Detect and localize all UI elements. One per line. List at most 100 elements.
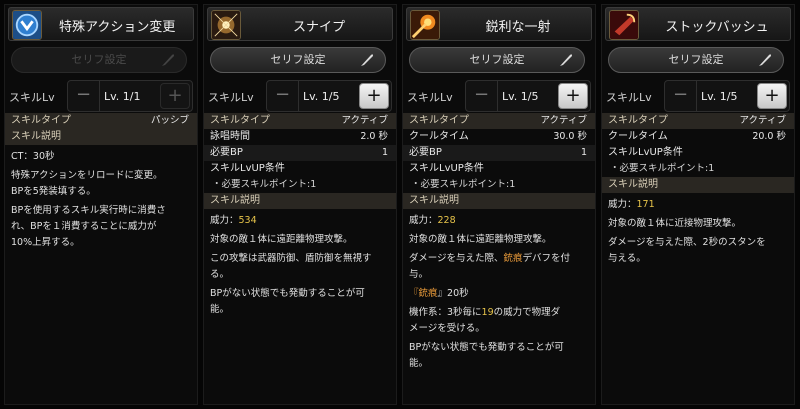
row-key: スキル説明 (210, 195, 260, 206)
row-key: クールタイム (608, 131, 668, 142)
row-key: 必要BP (409, 147, 442, 158)
skill-details: スキルタイプ アクティブ クールタイム 20.0 秒 スキルLvUP条件 ・必要スキ… (602, 113, 794, 270)
row-value: アクティブ (540, 115, 587, 126)
desc-line: BPを5発装填する。 (11, 186, 96, 197)
desc-line: 対象の敵１体に近接物理攻撃。 (608, 218, 742, 229)
skill-title: 特殊アクション変更 (59, 20, 176, 35)
skill-header: 特殊アクション変更 (8, 7, 194, 41)
quill-icon (361, 54, 373, 66)
desc-line: 『銃痕』20秒 (409, 286, 589, 302)
skill-level-label: スキルLv (208, 91, 254, 104)
desc-line: メージを受ける。 (409, 323, 485, 334)
row-key: スキルタイプ (210, 115, 270, 126)
skill-card-special-action: 特殊アクション変更 セリフ設定 スキルLv − Lv. 1/1 + スキルタイプ… (4, 4, 198, 405)
lvup-condition-row: スキルLvUP条件 (403, 161, 595, 177)
lvup-condition-row: スキルLvUP条件 (204, 161, 396, 177)
level-increase-button[interactable]: + (359, 83, 389, 109)
desc-text: の威力で物理ダ (493, 307, 561, 318)
skill-title: 鋭利な一射 (485, 20, 551, 35)
snipe-skill-icon (211, 10, 241, 40)
debuff-name: 銃痕 (418, 288, 438, 299)
level-increase-button[interactable]: + (160, 83, 190, 109)
required-skill-point-row: ・必要スキルポイント:1 (403, 177, 595, 193)
level-decrease-button[interactable]: − (68, 81, 100, 111)
serif-settings-button[interactable]: セリフ設定 (409, 47, 585, 73)
row-key: スキルLvUP条件 (409, 163, 484, 174)
skill-level-control: スキルLv − Lv. 1/5 + (403, 80, 595, 112)
skill-type-row: スキルタイプ アクティブ (403, 113, 595, 129)
serif-settings-button[interactable]: セリフ設定 (11, 47, 187, 73)
row-key: スキルLvUP条件 (608, 147, 683, 158)
skill-description-header: スキル説明 (602, 177, 794, 193)
row-value: 1 (381, 147, 388, 158)
row-key: スキル説明 (11, 131, 61, 142)
cooldown-row: クールタイム 30.0 秒 (403, 129, 595, 145)
level-stepper: − Lv. 1/5 + (465, 80, 591, 112)
skill-description-header: スキル説明 (403, 193, 595, 209)
desc-line: 与える。 (608, 253, 646, 264)
desc-line: 与。 (409, 269, 429, 280)
power-label: 威力： (210, 215, 239, 226)
level-decrease-button[interactable]: − (466, 81, 498, 111)
row-key: 必要BP (210, 147, 243, 158)
level-increase-button[interactable]: + (558, 83, 588, 109)
skill-description: 威力：534 対象の敵１体に遠距離物理攻撃。 この攻撃は武器防御、盾防御を無視す… (204, 209, 396, 318)
desc-line: 対象の敵１体に遠距離物理攻撃。 (210, 234, 353, 245)
skill-type-row: スキルタイプ アクティブ (602, 113, 794, 129)
serif-settings-button[interactable]: セリフ設定 (210, 47, 386, 73)
desc-line: れ、BPを１消費することに威力が (11, 221, 157, 232)
desc-line: 対象の敵１体に遠距離物理攻撃。 (409, 234, 552, 245)
skill-level-label: スキルLv (9, 91, 55, 104)
row-value: アクティブ (341, 115, 388, 126)
power-line: 威力：171 (608, 197, 788, 213)
desc-line: る。 (210, 269, 230, 280)
power-label: 威力： (409, 215, 438, 226)
skill-title: ストックバッシュ (665, 20, 769, 35)
level-decrease-button[interactable]: − (267, 81, 299, 111)
desc-line: ダメージを与えた際、2秒のスタンを (608, 237, 766, 248)
skill-header: ストックバッシュ (605, 7, 791, 41)
dot-power-value: 19 (481, 307, 494, 318)
skill-details: スキルタイプ アクティブ 詠唱時間 2.0 秒 必要BP 1 スキルLvUP条件 ・必… (204, 113, 396, 321)
row-key: 詠唱時間 (210, 131, 250, 142)
serif-label: セリフ設定 (270, 53, 326, 66)
skill-description-header: スキル説明 (5, 129, 197, 145)
stock-bash-skill-icon (609, 10, 639, 40)
quill-icon (560, 54, 572, 66)
desc-line: BPがない状態でも発動することが可 (210, 288, 365, 299)
row-key: スキル説明 (608, 179, 658, 190)
desc-line: 能。 (210, 304, 230, 315)
level-stepper: − Lv. 1/5 + (266, 80, 392, 112)
row-key: ・必要スキルポイント:1 (411, 179, 516, 190)
desc-line: ダメージを与えた際、銃痕デバフを付 (409, 251, 589, 267)
skill-level-control: スキルLv − Lv. 1/1 + (5, 80, 197, 112)
desc-line: BPを使用するスキル実行時に消費さ (11, 205, 166, 216)
skill-card-stock-bash: ストックバッシュ セリフ設定 スキルLv − Lv. 1/5 + スキルタイプ ア… (601, 4, 795, 405)
quill-icon (162, 54, 174, 66)
serif-label: セリフ設定 (668, 53, 724, 66)
serif-settings-button[interactable]: セリフ設定 (608, 47, 784, 73)
row-key: スキルタイプ (11, 115, 71, 126)
required-skill-point-row: ・必要スキルポイント:1 (602, 161, 794, 177)
skill-panels: 特殊アクション変更 セリフ設定 スキルLv − Lv. 1/1 + スキルタイプ… (0, 0, 800, 409)
required-bp-row: 必要BP 1 (403, 145, 595, 161)
desc-line: 能。 (409, 358, 429, 369)
row-value: アクティブ (739, 115, 786, 126)
row-key: スキル説明 (409, 195, 459, 206)
level-increase-button[interactable]: + (757, 83, 787, 109)
skill-header: スナイプ (207, 7, 393, 41)
skill-title: スナイプ (292, 20, 345, 35)
desc-line: 機作系：3秒毎に19の威力で物理ダ (409, 305, 589, 321)
skill-header: 鋭利な一射 (406, 7, 592, 41)
skill-description: 威力：171 対象の敵１体に近接物理攻撃。 ダメージを与えた際、2秒のスタンを … (602, 193, 794, 267)
row-key: クールタイム (409, 131, 469, 142)
desc-text: 』20秒 (437, 288, 469, 299)
level-decrease-button[interactable]: − (665, 81, 697, 111)
row-key: スキルLvUP条件 (210, 163, 285, 174)
skill-level-control: スキルLv − Lv. 1/5 + (602, 80, 794, 112)
row-value: 2.0 秒 (360, 131, 388, 142)
level-stepper: − Lv. 1/5 + (664, 80, 790, 112)
serif-label: セリフ設定 (71, 53, 127, 66)
power-line: 威力：534 (210, 213, 390, 229)
desc-text: 機作系：3秒毎に (409, 307, 482, 318)
